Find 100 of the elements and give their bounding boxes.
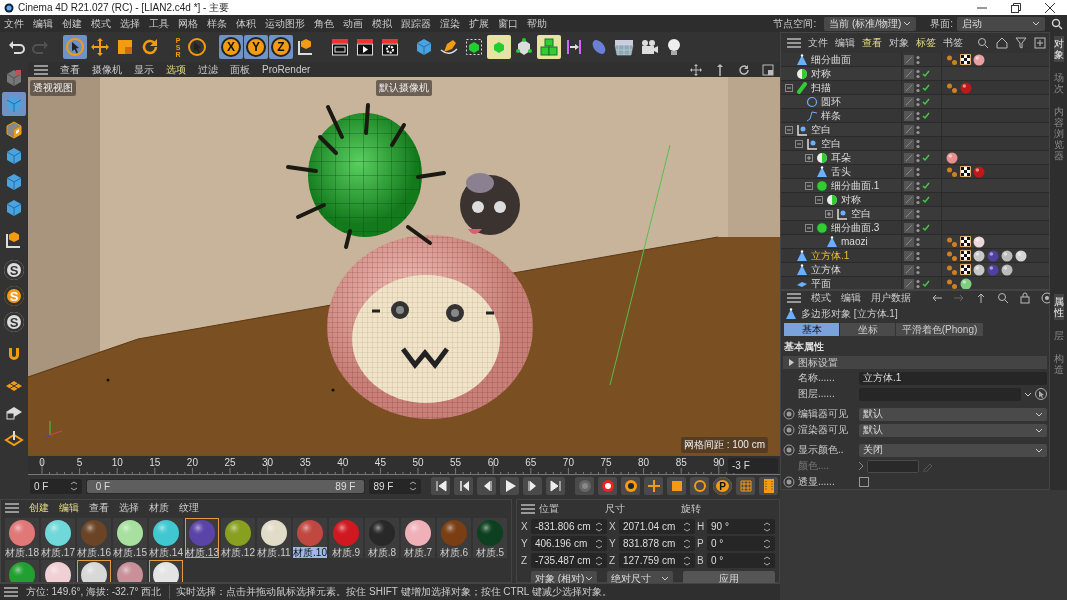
menu-item[interactable]: 渲染 [440, 16, 460, 31]
menu-item[interactable]: 编辑 [59, 501, 79, 515]
material-swatch[interactable]: 材质.12 [221, 518, 255, 558]
menu-item[interactable]: 查看 [89, 501, 109, 515]
menu-item[interactable]: 编辑 [33, 16, 53, 31]
menu-item[interactable]: 角色 [314, 16, 334, 31]
position-field[interactable]: -735.487 cm [531, 553, 607, 568]
menu-item[interactable]: 运动图形 [265, 16, 305, 31]
menu-item[interactable]: 用户数据 [871, 291, 911, 305]
name-field[interactable]: 立方体.1 [859, 371, 1047, 385]
axis-lock-button[interactable]: X [219, 35, 243, 59]
attribute-tab[interactable]: 平滑着色(Phong) [896, 323, 984, 336]
size-field[interactable]: 127.759 cm [619, 553, 695, 568]
menu-item[interactable]: 创建 [29, 501, 49, 515]
object-row[interactable]: 细分曲面.1 [781, 179, 1049, 193]
frame-range-slider[interactable]: 0 F 89 F [85, 478, 366, 494]
menu-item[interactable]: 标签 [916, 36, 936, 50]
current-frame-field[interactable]: -3 F [728, 458, 778, 473]
end-frame-field[interactable]: 89 F [369, 478, 421, 494]
material-swatch[interactable]: 材质.14 [149, 518, 183, 558]
material-swatch[interactable]: 材质.6 [437, 518, 471, 558]
object-row[interactable]: 空白 [781, 123, 1049, 137]
menu-item[interactable]: 样条 [207, 16, 227, 31]
side-tab[interactable]: 内容浏览器 [1053, 104, 1064, 163]
menu-item[interactable]: 体积 [236, 16, 256, 31]
visibility-dropdown[interactable]: 默认 [859, 407, 1047, 421]
side-tab[interactable]: 对象 [1053, 36, 1064, 62]
object-row[interactable]: 空白 [781, 207, 1049, 221]
menu-item[interactable]: 窗口 [498, 16, 518, 31]
visibility-dropdown[interactable]: 默认 [859, 423, 1047, 437]
object-row[interactable]: 圆环 [781, 95, 1049, 109]
size-field[interactable]: 831.878 cm [619, 536, 695, 551]
menu-item[interactable]: 网格 [178, 16, 198, 31]
menu-item[interactable]: 编辑 [835, 36, 855, 50]
rotation-field[interactable]: 0 ° [707, 553, 775, 568]
snap-button[interactable]: S [4, 312, 24, 332]
material-swatch[interactable]: 材质.15 [113, 518, 147, 558]
material-swatch[interactable]: 材质.5 [473, 518, 507, 558]
position-field[interactable]: -831.806 cm [531, 519, 607, 534]
start-frame-field[interactable]: 0 F [30, 478, 82, 494]
material-swatch[interactable]: 材质.18 [5, 518, 39, 558]
menu-item[interactable]: 文件 [4, 16, 24, 31]
menu-item[interactable]: ProRender [262, 64, 311, 75]
menu-item[interactable]: 跟踪器 [401, 16, 431, 31]
size-mode-dropdown[interactable]: 绝对尺寸 [607, 571, 673, 583]
axis-lock-button[interactable]: Y [244, 35, 268, 59]
position-field[interactable]: 406.196 cm [531, 536, 607, 551]
menu-item[interactable]: 查看 [60, 62, 80, 77]
object-row[interactable]: 细分曲面 [781, 53, 1049, 67]
material-swatch[interactable]: 材质.11 [257, 518, 291, 558]
attribute-tab[interactable]: 基本 [784, 323, 840, 336]
attribute-tab[interactable]: 坐标 [840, 323, 896, 336]
axis-lock-button[interactable]: Z [269, 35, 293, 59]
side-tab[interactable]: 构造 [1053, 351, 1064, 377]
menu-item[interactable]: 面板 [230, 62, 250, 77]
object-row[interactable]: 对称 [781, 193, 1049, 207]
object-row[interactable]: 舌头 [781, 165, 1049, 179]
object-row[interactable]: 样条 [781, 109, 1049, 123]
menu-item[interactable]: 模式 [811, 291, 831, 305]
side-tab[interactable]: 层 [1053, 328, 1064, 343]
menu-item[interactable]: 扩展 [469, 16, 489, 31]
menu-item[interactable]: 帮助 [527, 16, 547, 31]
object-row[interactable]: maozi [781, 235, 1049, 249]
menu-item[interactable]: 创建 [62, 16, 82, 31]
menu-item[interactable]: 动画 [343, 16, 363, 31]
node-space-dropdown[interactable]: 当前 (标准/物理) [824, 16, 917, 31]
material-swatch[interactable]: 材质.7 [401, 518, 435, 558]
coordinate-mode-dropdown[interactable]: 对象 (相对) [531, 571, 597, 583]
menu-item[interactable]: 显示 [134, 62, 154, 77]
material-swatch[interactable]: 材质.8 [365, 518, 399, 558]
parameter-key-button[interactable]: P [713, 477, 732, 495]
object-row[interactable]: 立方体 [781, 263, 1049, 277]
menu-item[interactable]: 材质 [149, 501, 169, 515]
side-tab[interactable]: 属性 [1053, 294, 1064, 320]
menu-item[interactable]: 文件 [808, 36, 828, 50]
collapsible-group-bar[interactable]: 图标设置 [783, 356, 1047, 369]
material-swatch[interactable]: 材质.10 [293, 518, 327, 558]
rotation-field[interactable]: 0 ° [707, 536, 775, 551]
side-tab[interactable]: 场次 [1053, 70, 1064, 96]
rotation-field[interactable]: 90 ° [707, 519, 775, 534]
menu-item[interactable]: 书签 [943, 36, 963, 50]
menu-item[interactable]: 工具 [149, 16, 169, 31]
material-swatch[interactable]: 材质.17 [41, 518, 75, 558]
menu-item[interactable]: 选择 [120, 16, 140, 31]
object-row[interactable]: 细分曲面.3 [781, 221, 1049, 235]
object-row[interactable]: 空白 [781, 137, 1049, 151]
menu-item[interactable]: 纹理 [179, 501, 199, 515]
object-row[interactable]: 立方体.1 [781, 249, 1049, 263]
object-row[interactable]: 耳朵 [781, 151, 1049, 165]
material-swatch[interactable]: 材质.16 [77, 518, 111, 558]
visibility-dropdown[interactable]: 关闭 [859, 443, 1047, 457]
menu-item[interactable]: 模式 [91, 16, 111, 31]
menu-item[interactable]: 摄像机 [92, 62, 122, 77]
menu-item[interactable]: 编辑 [841, 291, 861, 305]
menu-item[interactable]: 选择 [119, 501, 139, 515]
menu-item[interactable]: 查看 [862, 36, 882, 50]
object-row[interactable]: 对称 [781, 67, 1049, 81]
object-row[interactable]: 扫描 [781, 81, 1049, 95]
apply-button[interactable]: 应用 [683, 571, 775, 583]
snap-button[interactable]: S [4, 260, 24, 280]
